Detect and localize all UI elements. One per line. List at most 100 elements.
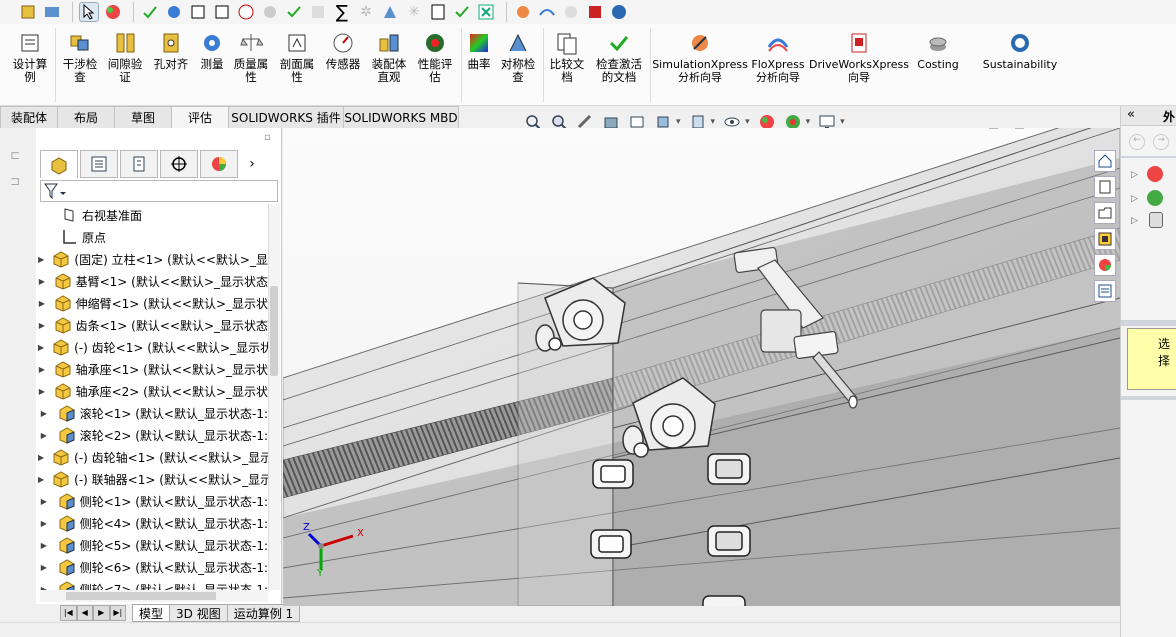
hole-alignment-button[interactable]: 孔对齐 [148, 24, 194, 106]
sensor-button[interactable]: 传感器 [320, 24, 366, 106]
design-study-button[interactable]: 设计算 例 [6, 24, 54, 106]
tree-item[interactable]: ▶ 轴承座<2> (默认<<默认>_显示状 [38, 380, 268, 402]
tree-item[interactable]: ▶ 侧轮<4> (默认<默认_显示状态-1: [38, 512, 268, 534]
hole-icon[interactable] [188, 2, 208, 22]
performance-evaluation-button[interactable]: 性能评 估 [412, 24, 458, 106]
expand-arrow-icon[interactable]: ▶ [38, 387, 46, 396]
floxpress-button[interactable]: FloXpress 分析向导 [750, 24, 806, 106]
tree-item[interactable]: ▶ 侧轮<5> (默认<默认_显示状态-1: [38, 534, 268, 556]
tab-evaluate[interactable]: 评估 [171, 106, 229, 128]
tree-vertical-scrollbar[interactable] [268, 204, 280, 590]
tab-motion-study[interactable]: 运动算例 1 [226, 604, 301, 622]
configurationmanager-tab-icon[interactable] [120, 150, 158, 178]
expand-arrow-icon[interactable]: ▶ [38, 541, 50, 550]
assembly-visualization-button[interactable]: 装配体 直观 [366, 24, 412, 106]
section-icon[interactable] [212, 2, 232, 22]
tree-item[interactable]: ▶ (-) 齿轮<1> (默认<<默认>_显示状 [38, 336, 268, 358]
tree-expander-2-icon[interactable]: ▷ [1131, 194, 1138, 204]
symmetry-check-button[interactable]: 对称检 查 [496, 24, 540, 106]
expand-arrow-icon[interactable]: ▶ [38, 299, 46, 308]
panel-handle-icon[interactable]: ▫ [264, 132, 280, 146]
tree-item[interactable]: ▶ (固定) 立柱<1> (默认<<默认>_显 [38, 248, 268, 270]
tab-model[interactable]: 模型 [132, 604, 171, 622]
expand-arrow-icon[interactable]: ▶ [38, 453, 44, 462]
close-icon[interactable]: ✕ [1092, 128, 1102, 130]
tree-item[interactable]: 右视基准面 [38, 204, 268, 226]
expand-arrow-icon[interactable]: ▶ [38, 519, 50, 528]
view-palette-icon[interactable] [1094, 228, 1116, 250]
tab-solidworks-mbd[interactable]: SOLIDWORKS MBD [343, 106, 459, 128]
sustainability-small-icon[interactable] [609, 2, 629, 22]
driveworks-small-icon[interactable] [585, 2, 605, 22]
tree-item[interactable]: ▶ 滚轮<1> (默认<默认_显示状态-1: [38, 402, 268, 424]
prev-tab-icon[interactable]: ◀ [76, 605, 93, 621]
chevron-right-icon[interactable]: › [240, 150, 264, 178]
expand-arrow-icon[interactable]: ▶ [38, 431, 50, 440]
check-active-small-icon[interactable] [452, 2, 472, 22]
forward-icon[interactable]: → [1153, 134, 1169, 150]
tree-item[interactable]: ▶ 轴承座<1> (默认<<默认>_显示状 [38, 358, 268, 380]
options-icon[interactable] [42, 2, 62, 22]
expand-arrow-icon[interactable]: ▶ [38, 475, 44, 484]
clearance-verification-button[interactable]: 间隙验 证 [103, 24, 147, 106]
sustainability-button[interactable]: Sustainability [980, 24, 1060, 106]
floxpress-small-icon[interactable] [537, 2, 557, 22]
curvature-button[interactable]: 曲率 [462, 24, 496, 106]
section-properties-button[interactable]: 剖面属 性 [276, 24, 318, 106]
graphics-viewport[interactable]: X Y Z ◧ ◨ — ❐ ✕ [283, 128, 1120, 606]
featuremanager-tab-icon[interactable] [40, 150, 78, 178]
symmetry-small-icon[interactable] [380, 2, 400, 22]
propertymanager-tab-icon[interactable] [80, 150, 118, 178]
expand-arrow-icon[interactable]: ▶ [38, 409, 50, 418]
filter-input[interactable] [40, 180, 278, 202]
tab-assembly[interactable]: 装配体 [0, 106, 58, 128]
displaymanager-tab-icon[interactable] [200, 150, 238, 178]
dimxpert-tab-icon[interactable] [160, 150, 198, 178]
custom-properties-icon[interactable] [1094, 280, 1116, 302]
restore-icon[interactable]: ❐ [1068, 128, 1079, 130]
simulationxpress-button[interactable]: SimulationXpress 分析向导 [652, 24, 748, 106]
excel-icon[interactable] [476, 2, 496, 22]
expand-arrow-icon[interactable]: ▶ [38, 321, 46, 330]
expand-arrow-icon[interactable]: ▶ [38, 563, 50, 572]
tree-horizontal-scrollbar[interactable] [40, 590, 268, 602]
spell-check-icon[interactable] [140, 2, 160, 22]
expand-arrow-icon[interactable]: ▶ [38, 365, 46, 374]
expand-arrow-icon[interactable]: ▶ [38, 255, 44, 264]
costing-button[interactable]: Costing [912, 24, 964, 106]
mass-properties-button[interactable]: 质量属 性 [230, 24, 272, 106]
expand-arrow-icon[interactable]: ▶ [38, 343, 44, 352]
tree-item[interactable]: 原点 [38, 226, 268, 248]
check-icon[interactable] [284, 2, 304, 22]
tree-item[interactable]: ▶ 齿条<1> (默认<<默认>_显示状态 [38, 314, 268, 336]
expand-arrow-icon[interactable]: ▶ [38, 497, 50, 506]
minimize-icon[interactable]: — [1048, 128, 1060, 130]
horizontal-scroll-thumb[interactable] [66, 592, 216, 600]
design-library-icon[interactable] [1094, 176, 1116, 198]
check-active-document-button[interactable]: 检查激活 的文档 [590, 24, 648, 106]
appearances-icon[interactable] [1094, 254, 1116, 276]
tab-sketch[interactable]: 草图 [114, 106, 172, 128]
tree-item[interactable]: ▶ (-) 齿轮轴<1> (默认<<默认>_显示 [38, 446, 268, 468]
expand-arrow-icon[interactable]: ▶ [38, 277, 46, 286]
tree-item[interactable]: ▶ 伸缩臂<1> (默认<<默认>_显示状 [38, 292, 268, 314]
tab-solidworks-addins[interactable]: SOLIDWORKS 插件 [228, 106, 344, 128]
tree-item[interactable]: ▶ (-) 联轴器<1> (默认<<默认>_显示 [38, 468, 268, 490]
arrow-left-icon[interactable]: ◧ [988, 128, 999, 130]
sensor-small-icon[interactable] [236, 2, 256, 22]
file-explorer-icon[interactable] [1094, 202, 1116, 224]
compare-documents-button[interactable]: 比较文 档 [545, 24, 589, 106]
tree-expander-icon[interactable]: ▷ [1131, 170, 1138, 180]
driveworksxpress-button[interactable]: DriveWorksXpress 向导 [809, 24, 909, 106]
compare-small-icon[interactable] [428, 2, 448, 22]
appearance-icon[interactable] [103, 2, 123, 22]
simulation-small-icon[interactable] [513, 2, 533, 22]
rebuild-icon[interactable] [18, 2, 38, 22]
home-icon[interactable] [1094, 150, 1116, 172]
measure-button[interactable]: 测量 [194, 24, 230, 106]
measure-small-icon[interactable] [164, 2, 184, 22]
tree-item[interactable]: ▶ 侧轮<1> (默认<默认_显示状态-1: [38, 490, 268, 512]
tab-3d-view[interactable]: 3D 视图 [169, 604, 228, 622]
last-tab-icon[interactable]: ▶| [109, 605, 126, 621]
interference-check-button[interactable]: 干涉检 查 [58, 24, 102, 106]
